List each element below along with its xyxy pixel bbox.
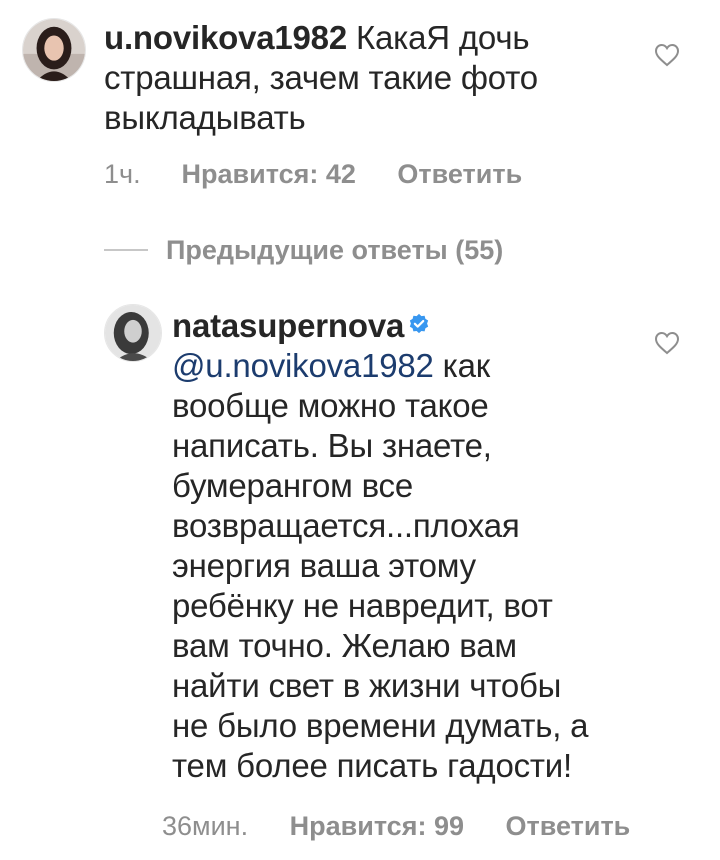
comment-reply-button[interactable]: Ответить [397, 158, 522, 190]
previous-replies-label: Предыдущие ответы (55) [166, 234, 504, 265]
reply-meta: 36мин. Нравится: 99 Ответить [162, 810, 630, 842]
reply-text-line: не было времени думать, а [172, 707, 589, 744]
reply-text-line: написать. Вы знаете, [172, 427, 492, 464]
comment-body: u.novikova1982 КакаЯ дочь страшная, заче… [104, 18, 644, 138]
comment-meta: 1ч. Нравится: 42 Ответить [104, 158, 522, 190]
avatar-u-novikova1982[interactable] [22, 18, 86, 82]
reply-text-line: вообще можно такое [172, 387, 489, 424]
reply-text-line: возвращается...плохая [172, 507, 520, 544]
comment-text-line: КакаЯ дочь [355, 19, 530, 56]
reply-body: natasupernova @u.novikova1982 как вообще… [172, 306, 652, 786]
reply-likes-button[interactable]: Нравится: 99 [290, 810, 464, 842]
comment-likes-button[interactable]: Нравится: 42 [182, 158, 356, 190]
reply-text-line: энергия ваша этому [172, 547, 476, 584]
previous-replies-button[interactable]: Предыдущие ответы (55) [104, 234, 503, 266]
comment-text-line: страшная, зачем такие фото [104, 59, 538, 96]
reply-text-line: ребёнку не навредит, вот [172, 587, 553, 624]
verified-badge-icon [409, 313, 429, 334]
reply-text-line: бумерангом все [172, 467, 414, 504]
replies-divider-line [104, 249, 148, 251]
mention-link[interactable]: @u.novikova1982 [172, 347, 434, 384]
reply-text-line: как [442, 347, 491, 384]
reply-time: 36мин. [162, 811, 249, 841]
reply-like-heart-icon[interactable] [654, 331, 680, 355]
like-heart-icon[interactable] [654, 43, 680, 67]
reply-text-line: вам точно. Желаю вам [172, 627, 517, 664]
reply-reply-button[interactable]: Ответить [506, 810, 631, 842]
avatar-natasupernova[interactable] [104, 304, 162, 362]
reply-username[interactable]: natasupernova [172, 307, 404, 344]
comment-username[interactable]: u.novikova1982 [104, 19, 347, 56]
reply-text-line: найти свет в жизни чтобы [172, 667, 562, 704]
comment-text-line: выкладывать [104, 99, 306, 136]
comment-time: 1ч. [104, 159, 141, 189]
reply-text-line: тем более писать гадости! [172, 747, 573, 784]
